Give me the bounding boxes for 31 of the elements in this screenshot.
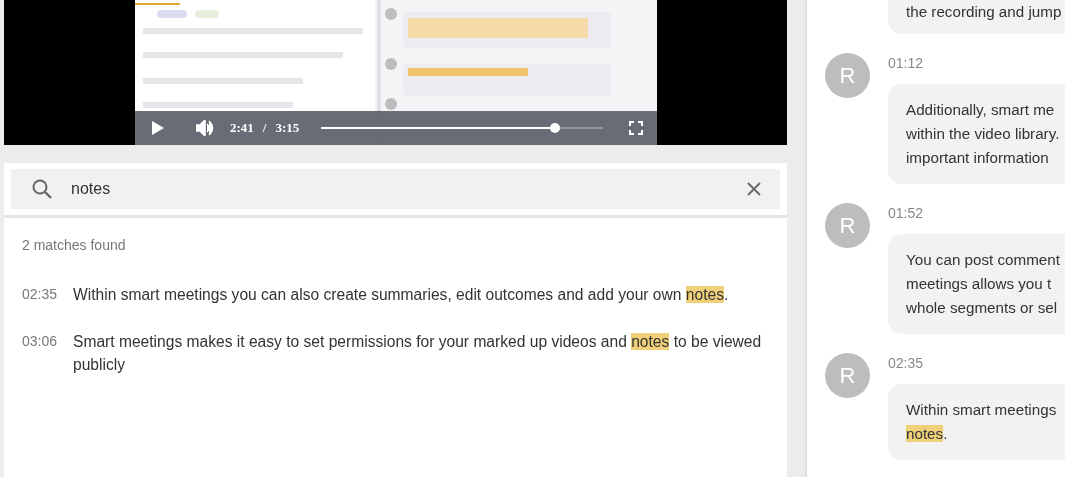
timestamp[interactable]: 01:52 (888, 205, 1065, 221)
time-separator: / (262, 120, 267, 136)
avatar: R (825, 353, 870, 398)
avatar: R (825, 53, 870, 98)
timestamp[interactable]: 03:06 (22, 330, 73, 376)
play-icon[interactable] (152, 121, 164, 135)
result-text[interactable]: Within smart meetings you can also create summaries, edit outcomes and add your own notes. (73, 283, 729, 306)
search-field[interactable]: notes (11, 169, 780, 209)
timestamp[interactable]: 02:35 (888, 355, 1065, 371)
avatar: R (825, 203, 870, 248)
volume-icon[interactable] (196, 120, 214, 136)
message-text: You can post comment (906, 250, 1061, 270)
message-text: Additionally, smart me (906, 100, 1056, 120)
timestamp[interactable]: 01:12 (888, 55, 1065, 71)
message-text: important information (906, 148, 1050, 168)
duration: 3:15 (275, 120, 300, 136)
fullscreen-icon[interactable] (629, 121, 644, 135)
message-text: notes. (906, 424, 949, 444)
message-text: whole segments or sel (906, 298, 1059, 318)
message-text: meetings allows you t (906, 274, 1053, 294)
current-time: 2:41 (230, 120, 254, 136)
match-count: 2 matches found (22, 237, 127, 253)
message-text: the recording and jump (906, 2, 1063, 22)
progress-thumb[interactable] (550, 123, 561, 133)
message-text: within the video library. (906, 124, 1061, 144)
message-text: Within smart meetings (906, 400, 1058, 420)
close-icon[interactable] (746, 181, 762, 197)
timestamp[interactable]: 02:35 (22, 283, 73, 306)
search-icon (31, 178, 53, 200)
result-text[interactable]: Smart meetings makes it easy to set permissions for your marked up videos and notes to be viewed publicly (73, 330, 783, 376)
search-input[interactable]: notes (71, 180, 728, 198)
